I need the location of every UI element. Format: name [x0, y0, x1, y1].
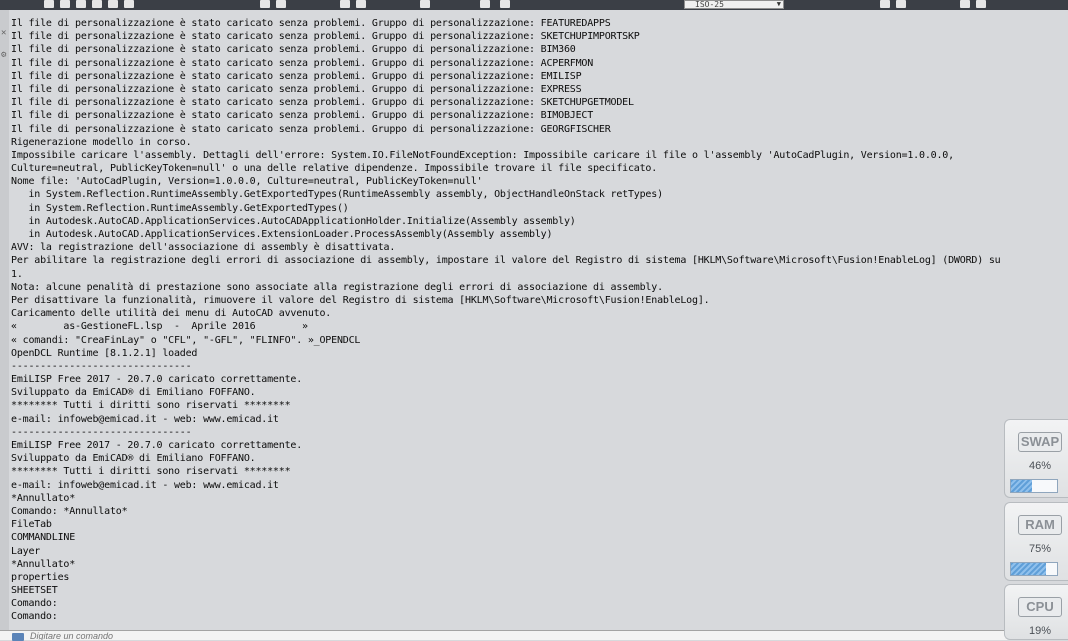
match-properties-icon[interactable]	[960, 0, 970, 8]
ram-monitor: RAM 75%	[1004, 502, 1068, 581]
swap-bar	[1010, 479, 1058, 493]
zoom-window-icon[interactable]	[60, 0, 70, 8]
history-line: in Autodesk.AutoCAD.ApplicationServices.…	[11, 229, 553, 240]
swap-label: SWAP	[1018, 432, 1062, 452]
history-line: Culture=neutral, PublicKeyToken=null' o …	[11, 163, 658, 175]
swap-value: 46%	[1028, 460, 1052, 472]
close-icon[interactable]: ✕	[1, 28, 6, 38]
history-line: EmiLISP Free 2017 - 20.7.0 caricato corr…	[11, 440, 303, 451]
dimstyle-combo[interactable]: ISO-25 ▼	[684, 0, 784, 9]
swap-bar-fill	[1011, 480, 1033, 492]
layout-icon[interactable]	[976, 0, 986, 8]
zoom-in-icon[interactable]	[92, 0, 102, 8]
history-line: Il file di personalizzazione è stato car…	[11, 31, 640, 43]
history-line: OpenDCL Runtime [8.1.2.1] loaded	[11, 347, 198, 359]
properties-icon[interactable]	[896, 0, 906, 8]
circle-icon[interactable]	[340, 0, 350, 8]
table-icon[interactable]	[500, 0, 510, 8]
history-line: ******** Tutti i diritti sono riservati …	[11, 400, 291, 412]
command-history: Il file di personalizzazione è stato car…	[11, 17, 1063, 624]
history-line: SHEETSET	[11, 585, 58, 597]
history-line: Impossibile caricare l'assembly. Dettagl…	[11, 149, 954, 161]
cpu-value: 19%	[1028, 625, 1052, 637]
history-line: e-mail: infoweb@emicad.it - web: www.emi…	[11, 413, 279, 425]
history-line: Comando: *Annullato*	[11, 505, 128, 517]
hatch-icon[interactable]	[420, 0, 430, 8]
text-icon[interactable]	[480, 0, 490, 8]
history-line: Comando:	[11, 611, 58, 623]
history-line: EmiLISP Free 2017 - 20.7.0 caricato corr…	[11, 374, 303, 386]
history-line: Il file di personalizzazione è stato car…	[11, 83, 582, 95]
chevron-down-icon: ▼	[776, 0, 781, 8]
history-line: -------------------------------	[11, 426, 192, 438]
history-line: Sviluppato da EmiCAD® di Emiliano FOFFAN…	[11, 453, 256, 465]
swap-monitor: SWAP 46%	[1004, 419, 1068, 498]
history-line: Rigenerazione modello in corso.	[11, 136, 192, 148]
history-line: Caricamento delle utilità dei menu di Au…	[11, 308, 332, 320]
history-line: in System.Reflection.RuntimeAssembly.Get…	[11, 202, 349, 214]
zoom-previous-icon[interactable]	[76, 0, 86, 8]
history-line: Il file di personalizzazione è stato car…	[11, 110, 594, 122]
history-line: in Autodesk.AutoCAD.ApplicationServices.…	[11, 215, 576, 227]
history-line: Il file di personalizzazione è stato car…	[11, 123, 611, 135]
ram-value: 75%	[1028, 543, 1052, 555]
history-line: Per disattivare la funzionalità, rimuove…	[11, 294, 710, 306]
history-line: Il file di personalizzazione è stato car…	[11, 97, 634, 109]
history-line: « as-GestioneFL.lsp - Aprile 2016 »	[11, 321, 308, 333]
toolbar: ISO-25 ▼	[0, 0, 1068, 10]
dimstyle-combo-value: ISO-25	[695, 0, 724, 9]
zoom-icon[interactable]	[44, 0, 54, 8]
history-line: Sviluppato da EmiCAD® di Emiliano FOFFAN…	[11, 387, 256, 399]
cpu-label: CPU	[1018, 597, 1062, 617]
history-line: *Annullato*	[11, 492, 76, 504]
polyline-icon[interactable]	[276, 0, 286, 8]
command-input[interactable]	[30, 631, 630, 640]
ram-bar	[1010, 562, 1058, 576]
history-line: properties	[11, 571, 70, 583]
history-line: Comando:	[11, 598, 58, 610]
cpu-monitor: CPU 19%	[1004, 584, 1068, 640]
line-icon[interactable]	[260, 0, 270, 8]
pan-icon[interactable]	[124, 0, 134, 8]
layer-icon[interactable]	[880, 0, 890, 8]
ram-bar-fill	[1011, 563, 1046, 575]
history-line: Layer	[11, 545, 41, 557]
history-line: Il file di personalizzazione è stato car…	[11, 18, 611, 29]
history-line: e-mail: infoweb@emicad.it - web: www.emi…	[11, 479, 279, 491]
history-line: ******** Tutti i diritti sono riservati …	[11, 466, 291, 478]
history-line: in System.Reflection.RuntimeAssembly.Get…	[11, 189, 663, 201]
zoom-out-icon[interactable]	[108, 0, 118, 8]
history-line: *Annullato*	[11, 558, 76, 570]
history-line: Il file di personalizzazione è stato car…	[11, 70, 582, 82]
history-line: COMMANDLINE	[11, 532, 76, 544]
settings-icon[interactable]: ⚙	[1, 50, 6, 60]
history-line: 1.	[11, 268, 23, 280]
history-line: « comandi: "CreaFinLay" o "CFL", "-GFL",…	[11, 334, 361, 346]
history-line: AVV: la registrazione dell'associazione …	[11, 242, 396, 254]
history-line: Nota: alcune penalità di prestazione son…	[11, 281, 663, 293]
command-line	[0, 630, 1068, 641]
ram-label: RAM	[1018, 515, 1062, 535]
history-line: Il file di personalizzazione è stato car…	[11, 57, 594, 69]
command-window-grip[interactable]: ✕ ⚙	[0, 10, 9, 640]
history-line: Nome file: 'AutoCadPlugin, Version=1.0.0…	[11, 176, 483, 188]
history-line: Il file di personalizzazione è stato car…	[11, 44, 576, 56]
history-line: Per abilitare la registrazione degli err…	[11, 255, 1001, 267]
history-line: FileTab	[11, 519, 52, 531]
history-line: -------------------------------	[11, 360, 192, 372]
arc-icon[interactable]	[356, 0, 366, 8]
